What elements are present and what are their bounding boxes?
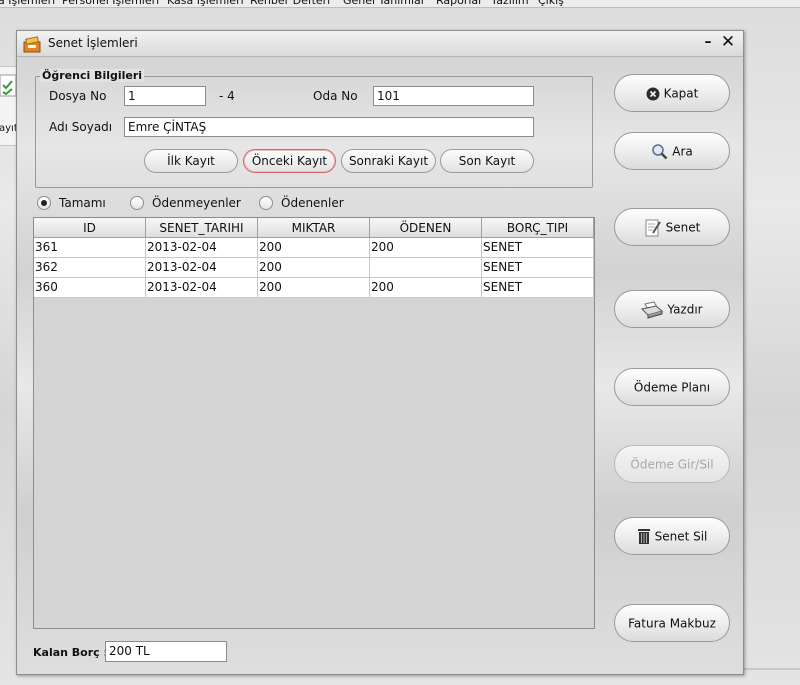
menu-raporlar[interactable]: Raporlar (436, 0, 483, 7)
kapat-button[interactable]: Kapat (614, 74, 730, 112)
menu-cikis[interactable]: Çıkış (538, 0, 564, 7)
cell-borc-tipi: SENET (482, 278, 594, 298)
dosya-no-field[interactable]: 1 (124, 86, 206, 106)
filter-all-radio[interactable]: Tamamı (37, 195, 117, 213)
senet-sil-label: Senet Sil (654, 529, 708, 544)
table-row[interactable]: 361 2013-02-04 200 200 SENET (34, 238, 594, 258)
filter-paid-label: Ödenenler (281, 196, 344, 210)
radio-circle (259, 196, 273, 210)
close-icon[interactable]: ✕ (720, 33, 736, 51)
radio-selected-dot (41, 200, 47, 206)
senet-label: Senet (665, 220, 701, 235)
oda-no-field[interactable]: 101 (373, 86, 534, 106)
search-icon (652, 144, 668, 160)
fatura-makbuz-button[interactable]: Fatura Makbuz (614, 604, 730, 642)
dosya-no-label: Dosya No (49, 89, 107, 103)
document-edit-icon (645, 219, 661, 236)
cell-miktar: 200 (258, 258, 370, 278)
trash-icon (637, 529, 650, 544)
odeme-plani-button[interactable]: Ödeme Planı (614, 368, 730, 406)
cell-senet-tarihi: 2013-02-04 (146, 258, 258, 278)
cell-odenen: 200 (370, 278, 482, 298)
radio-circle (130, 196, 144, 210)
column-header-senet-tarihi[interactable]: SENET_TARIHI (146, 218, 258, 238)
menu-rehber[interactable]: Rehber Defteri (250, 0, 330, 7)
dosya-no-suffix: - 4 (219, 89, 235, 103)
odeme-gir-sil-label: Ödeme Gir/Sil (630, 457, 714, 472)
table-header: ID SENET_TARIHI MIKTAR ÖDENEN BORÇ_TIPI (34, 218, 594, 238)
student-info-group: Öğrenci Bilgileri Dosya No 1 - 4 Oda No … (35, 69, 593, 188)
first-record-button[interactable]: İlk Kayıt (144, 149, 238, 173)
ara-label: Ara (672, 144, 693, 159)
fatura-makbuz-label: Fatura Makbuz (628, 616, 716, 631)
menu-genel[interactable]: Genel Tanımlar (343, 0, 425, 7)
kalan-borc-field[interactable]: 200 TL (105, 641, 227, 662)
background-divider (744, 668, 800, 670)
column-header-borc-tipi[interactable]: BORÇ_TIPI (482, 218, 594, 238)
oda-no-label: Oda No (313, 89, 358, 103)
window-title: Senet İşlemleri (48, 36, 138, 50)
column-header-miktar[interactable]: MIKTAR (258, 218, 370, 238)
cell-miktar: 200 (258, 278, 370, 298)
ara-button[interactable]: Ara (614, 132, 730, 170)
menu-ogrenci[interactable]: a İşlemleri (0, 0, 55, 7)
cell-borc-tipi: SENET (482, 238, 594, 258)
clipboard-check-icon (0, 74, 17, 97)
senet-table[interactable]: ID SENET_TARIHI MIKTAR ÖDENEN BORÇ_TIPI … (33, 217, 595, 629)
window-titlebar[interactable]: Senet İşlemleri – ✕ (17, 31, 743, 57)
student-info-title: Öğrenci Bilgileri (40, 69, 145, 82)
cell-odenen (370, 258, 482, 278)
odeme-gir-sil-button[interactable]: Ödeme Gir/Sil (614, 445, 730, 483)
odeme-plani-label: Ödeme Planı (633, 380, 711, 395)
senet-sil-button[interactable]: Senet Sil (614, 517, 730, 555)
money-box-icon (23, 36, 41, 53)
next-record-button[interactable]: Sonraki Kayıt (341, 149, 436, 173)
filter-all-label: Tamamı (59, 196, 106, 210)
yazdir-button[interactable]: Yazdır (614, 290, 730, 328)
filter-paid-radio[interactable]: Ödenenler (259, 195, 349, 213)
cell-miktar: 200 (258, 238, 370, 258)
minimize-icon[interactable]: – (701, 34, 715, 50)
menu-kasa[interactable]: Kasa İşlemleri (167, 0, 244, 7)
menu-personel[interactable]: Personel İşlemleri (62, 0, 159, 7)
kapat-label: Kapat (663, 86, 699, 101)
menu-yazilim[interactable]: Yazılım (491, 0, 529, 7)
previous-record-button[interactable]: Önceki Kayıt (243, 149, 336, 173)
column-header-odenen[interactable]: ÖDENEN (370, 218, 482, 238)
table-row[interactable]: 362 2013-02-04 200 SENET (34, 258, 594, 278)
cell-id: 361 (34, 238, 146, 258)
yazdir-label: Yazdır (667, 302, 703, 317)
kalan-borc-label: Kalan Borç : (33, 646, 108, 659)
cell-senet-tarihi: 2013-02-04 (146, 238, 258, 258)
filter-unpaid-label: Ödenmeyenler (152, 196, 241, 210)
cell-id: 360 (34, 278, 146, 298)
senet-button[interactable]: Senet (614, 208, 730, 246)
app-menubar: a İşlemleri Personel İşlemleri Kasa İşle… (0, 0, 800, 8)
last-record-button[interactable]: Son Kayıt (440, 149, 534, 173)
cell-borc-tipi: SENET (482, 258, 594, 278)
cell-senet-tarihi: 2013-02-04 (146, 278, 258, 298)
cell-id: 362 (34, 258, 146, 278)
close-circle-icon (646, 87, 660, 100)
table-row[interactable]: 360 2013-02-04 200 200 SENET (34, 278, 594, 298)
ad-soyad-label: Adı Soyadı (49, 120, 113, 134)
senet-window: Senet İşlemleri – ✕ Öğrenci Bilgileri Do… (16, 30, 744, 675)
cell-odenen: 200 (370, 238, 482, 258)
column-header-id[interactable]: ID (34, 218, 146, 238)
ad-soyad-field[interactable]: Emre ÇİNTAŞ (124, 117, 534, 137)
printer-icon (641, 300, 664, 319)
filter-unpaid-radio[interactable]: Ödenmeyenler (130, 195, 241, 213)
radio-circle (37, 196, 51, 210)
